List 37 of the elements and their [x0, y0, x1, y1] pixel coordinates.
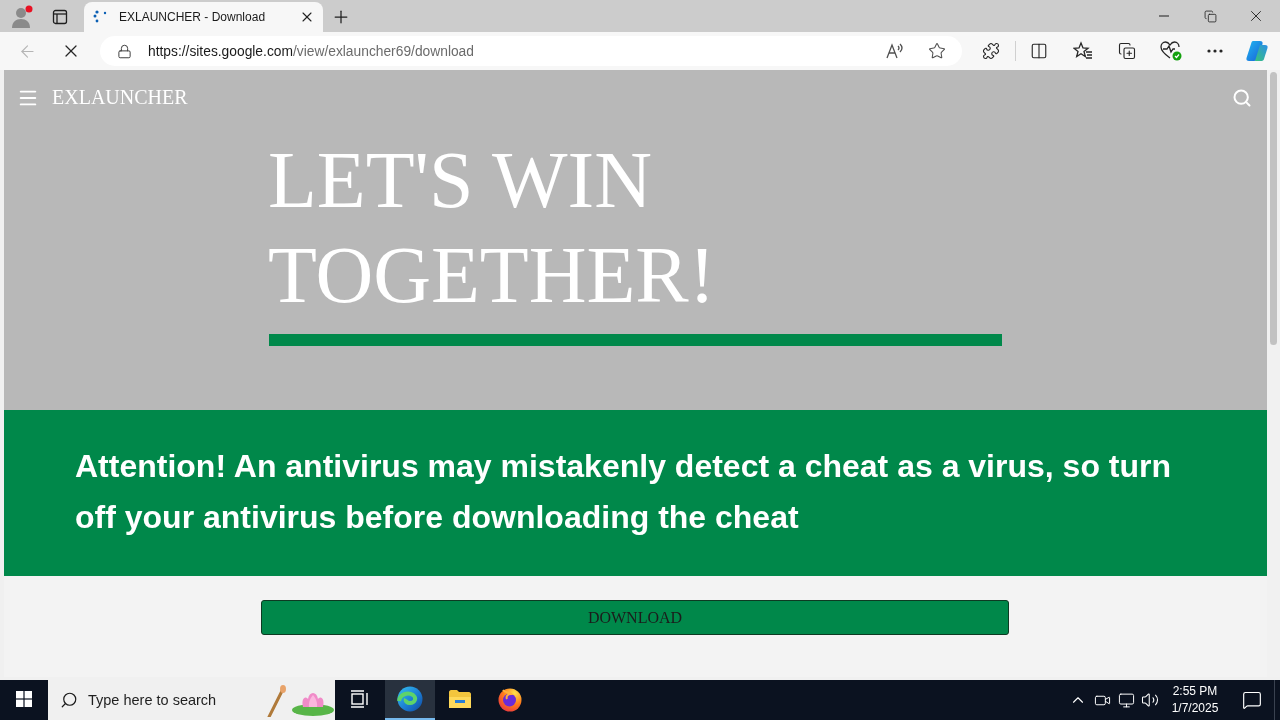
search-icon	[1232, 87, 1252, 108]
address-field[interactable]: https://sites.google.com/view/exlauncher69/download	[100, 36, 962, 66]
taskbar-search-box[interactable]: Type here to search	[48, 680, 335, 720]
swirl-logo-icon	[397, 686, 423, 712]
read-aloud-icon	[886, 42, 904, 60]
minimize-icon	[1159, 15, 1169, 17]
flame-globe-icon	[497, 686, 523, 712]
loading-spinner-icon	[92, 9, 108, 25]
search-input-field[interactable]: Type here to search	[88, 692, 253, 708]
folder-icon	[448, 689, 472, 709]
clock-button[interactable]: 2:55 PM 1/7/2025	[1164, 680, 1226, 720]
tab-actions-icon	[52, 9, 68, 25]
notifications-icon	[1242, 690, 1262, 710]
windows-logo-icon	[16, 691, 32, 707]
browser-tab[interactable]: EXLAUNCHER - Download	[84, 2, 323, 32]
collections-icon	[1118, 42, 1136, 60]
favorite-button[interactable]	[927, 41, 947, 61]
avatar-icon	[10, 5, 34, 29]
split-screen-icon	[1030, 42, 1048, 60]
taskbar-app-button[interactable]	[385, 680, 435, 720]
volume-icon	[1141, 691, 1159, 709]
task-view-icon	[350, 690, 370, 708]
star-icon	[928, 42, 946, 60]
restore-icon	[1203, 9, 1217, 23]
heart-pulse-icon	[1160, 41, 1182, 61]
hero-heading: LET'S WIN TOGETHER!	[268, 135, 717, 321]
scrollbar-thumb[interactable]	[1270, 72, 1277, 345]
puzzle-icon	[982, 42, 1000, 60]
lock-icon	[117, 43, 132, 59]
notice-text: Attention! An antivirus may mistakenly detect a cheat as a virus, so turn off your antivirus before downloading the cheat	[75, 447, 1172, 537]
read-aloud-button[interactable]	[885, 41, 905, 61]
favorites-icon	[1073, 41, 1093, 61]
more-icon	[1207, 49, 1223, 53]
slanted-logo-icon	[1245, 39, 1269, 63]
network-icon	[1117, 691, 1135, 709]
download-button[interactable]: DOWNLOAD	[261, 600, 1009, 635]
search-icon	[60, 691, 78, 709]
